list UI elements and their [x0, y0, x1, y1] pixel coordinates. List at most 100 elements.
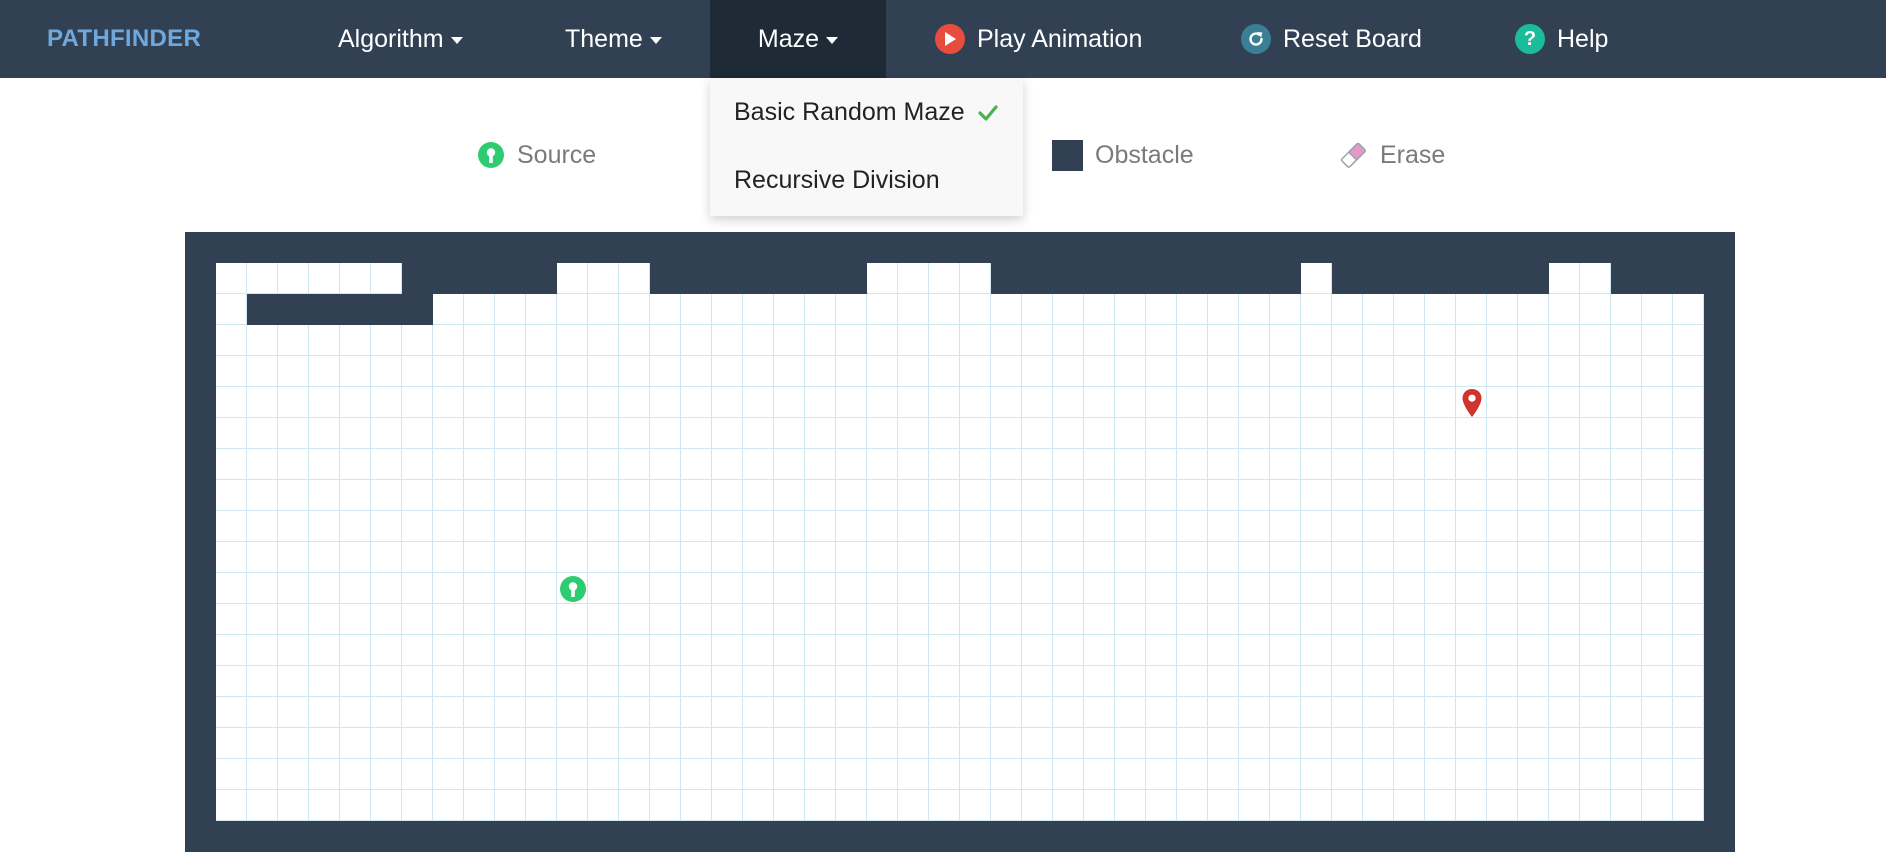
- grid-cell[interactable]: [1642, 573, 1673, 604]
- grid-cell[interactable]: [216, 418, 247, 449]
- grid-cell[interactable]: [247, 480, 278, 511]
- grid-cell[interactable]: [1239, 480, 1270, 511]
- grid-cell[interactable]: [278, 759, 309, 790]
- grid-cell[interactable]: [216, 666, 247, 697]
- grid-cell[interactable]: [1518, 387, 1549, 418]
- grid-cell[interactable]: [278, 697, 309, 728]
- grid-cell[interactable]: [1487, 294, 1518, 325]
- grid-cell[interactable]: [526, 356, 557, 387]
- grid-cell[interactable]: [1239, 697, 1270, 728]
- grid-cell[interactable]: [1363, 356, 1394, 387]
- grid-cell[interactable]: [495, 604, 526, 635]
- grid-cell-wall[interactable]: [1487, 263, 1518, 294]
- grid-cell[interactable]: [650, 511, 681, 542]
- grid-cell[interactable]: [1270, 604, 1301, 635]
- grid-cell[interactable]: [1425, 511, 1456, 542]
- grid-cell[interactable]: [1518, 728, 1549, 759]
- grid-cell[interactable]: [1642, 759, 1673, 790]
- grid-cell[interactable]: [1487, 480, 1518, 511]
- grid-cell[interactable]: [309, 263, 340, 294]
- grid-cell-wall[interactable]: [991, 263, 1022, 294]
- grid-cell[interactable]: [557, 728, 588, 759]
- grid-cell[interactable]: [991, 387, 1022, 418]
- grid-cell[interactable]: [1549, 387, 1580, 418]
- grid-cell[interactable]: [588, 511, 619, 542]
- grid-cell[interactable]: [1673, 573, 1704, 604]
- grid-cell[interactable]: [960, 263, 991, 294]
- grid-cell-wall[interactable]: [433, 263, 464, 294]
- grid-cell[interactable]: [836, 294, 867, 325]
- grid-cell[interactable]: [278, 449, 309, 480]
- grid-cell[interactable]: [526, 604, 557, 635]
- grid-cell[interactable]: [340, 604, 371, 635]
- grid-cell[interactable]: [1084, 790, 1115, 821]
- grid-cell[interactable]: [1053, 697, 1084, 728]
- grid-cell[interactable]: [1022, 728, 1053, 759]
- grid-cell-wall[interactable]: [1363, 263, 1394, 294]
- grid-cell[interactable]: [1301, 635, 1332, 666]
- grid-cell[interactable]: [1363, 790, 1394, 821]
- grid-cell[interactable]: [216, 604, 247, 635]
- grid-cell[interactable]: [681, 480, 712, 511]
- grid-cell[interactable]: [247, 263, 278, 294]
- grid-cell[interactable]: [433, 542, 464, 573]
- grid-cell[interactable]: [1642, 697, 1673, 728]
- grid-cell[interactable]: [1177, 604, 1208, 635]
- grid-cell[interactable]: [898, 542, 929, 573]
- grid-cell[interactable]: [836, 325, 867, 356]
- grid-cell[interactable]: [1487, 511, 1518, 542]
- grid-cell[interactable]: [650, 418, 681, 449]
- grid-cell[interactable]: [774, 635, 805, 666]
- grid-cell[interactable]: [1053, 449, 1084, 480]
- grid-cell-wall[interactable]: [1456, 263, 1487, 294]
- grid-cell[interactable]: [1053, 387, 1084, 418]
- grid-cell[interactable]: [991, 449, 1022, 480]
- grid-cell[interactable]: [1363, 666, 1394, 697]
- grid-cell[interactable]: [1611, 728, 1642, 759]
- grid-cell[interactable]: [1363, 635, 1394, 666]
- grid-cell[interactable]: [1022, 356, 1053, 387]
- grid-cell[interactable]: [619, 418, 650, 449]
- grid-cell[interactable]: [1549, 790, 1580, 821]
- grid-cell[interactable]: [960, 759, 991, 790]
- grid-cell[interactable]: [340, 263, 371, 294]
- grid-cell[interactable]: [340, 480, 371, 511]
- help-button[interactable]: ? Help: [1515, 0, 1608, 78]
- grid-cell[interactable]: [712, 511, 743, 542]
- grid-cell[interactable]: [1642, 728, 1673, 759]
- grid-cell[interactable]: [805, 573, 836, 604]
- grid-cell[interactable]: [371, 449, 402, 480]
- grid-cell[interactable]: [1673, 666, 1704, 697]
- grid-cell[interactable]: [1456, 511, 1487, 542]
- grid-cell[interactable]: [1363, 387, 1394, 418]
- grid-cell[interactable]: [929, 728, 960, 759]
- grid-cell[interactable]: [991, 728, 1022, 759]
- grid-cell[interactable]: [278, 573, 309, 604]
- grid-cell-wall[interactable]: [340, 294, 371, 325]
- grid-cell[interactable]: [1084, 480, 1115, 511]
- grid-cell[interactable]: [650, 449, 681, 480]
- grid-cell[interactable]: [1580, 511, 1611, 542]
- grid-cell[interactable]: [712, 449, 743, 480]
- grid-cell[interactable]: [1115, 387, 1146, 418]
- grid-cell[interactable]: [588, 356, 619, 387]
- grid-cell[interactable]: [1394, 604, 1425, 635]
- grid-cell[interactable]: [247, 666, 278, 697]
- grid-cell[interactable]: [1611, 604, 1642, 635]
- grid-cell[interactable]: [1270, 542, 1301, 573]
- grid-cell[interactable]: [1084, 511, 1115, 542]
- grid-cell[interactable]: [929, 511, 960, 542]
- grid-cell[interactable]: [1673, 325, 1704, 356]
- grid-cell[interactable]: [774, 573, 805, 604]
- grid-cell[interactable]: [1456, 294, 1487, 325]
- grid-cell[interactable]: [929, 604, 960, 635]
- grid-cell[interactable]: [1239, 418, 1270, 449]
- grid-cell[interactable]: [1146, 790, 1177, 821]
- grid-cell[interactable]: [340, 728, 371, 759]
- grid-cell[interactable]: [650, 573, 681, 604]
- grid-cell[interactable]: [371, 573, 402, 604]
- grid-cell[interactable]: [1363, 294, 1394, 325]
- grid-cell[interactable]: [1115, 325, 1146, 356]
- grid-cell[interactable]: [774, 790, 805, 821]
- grid-cell[interactable]: [712, 418, 743, 449]
